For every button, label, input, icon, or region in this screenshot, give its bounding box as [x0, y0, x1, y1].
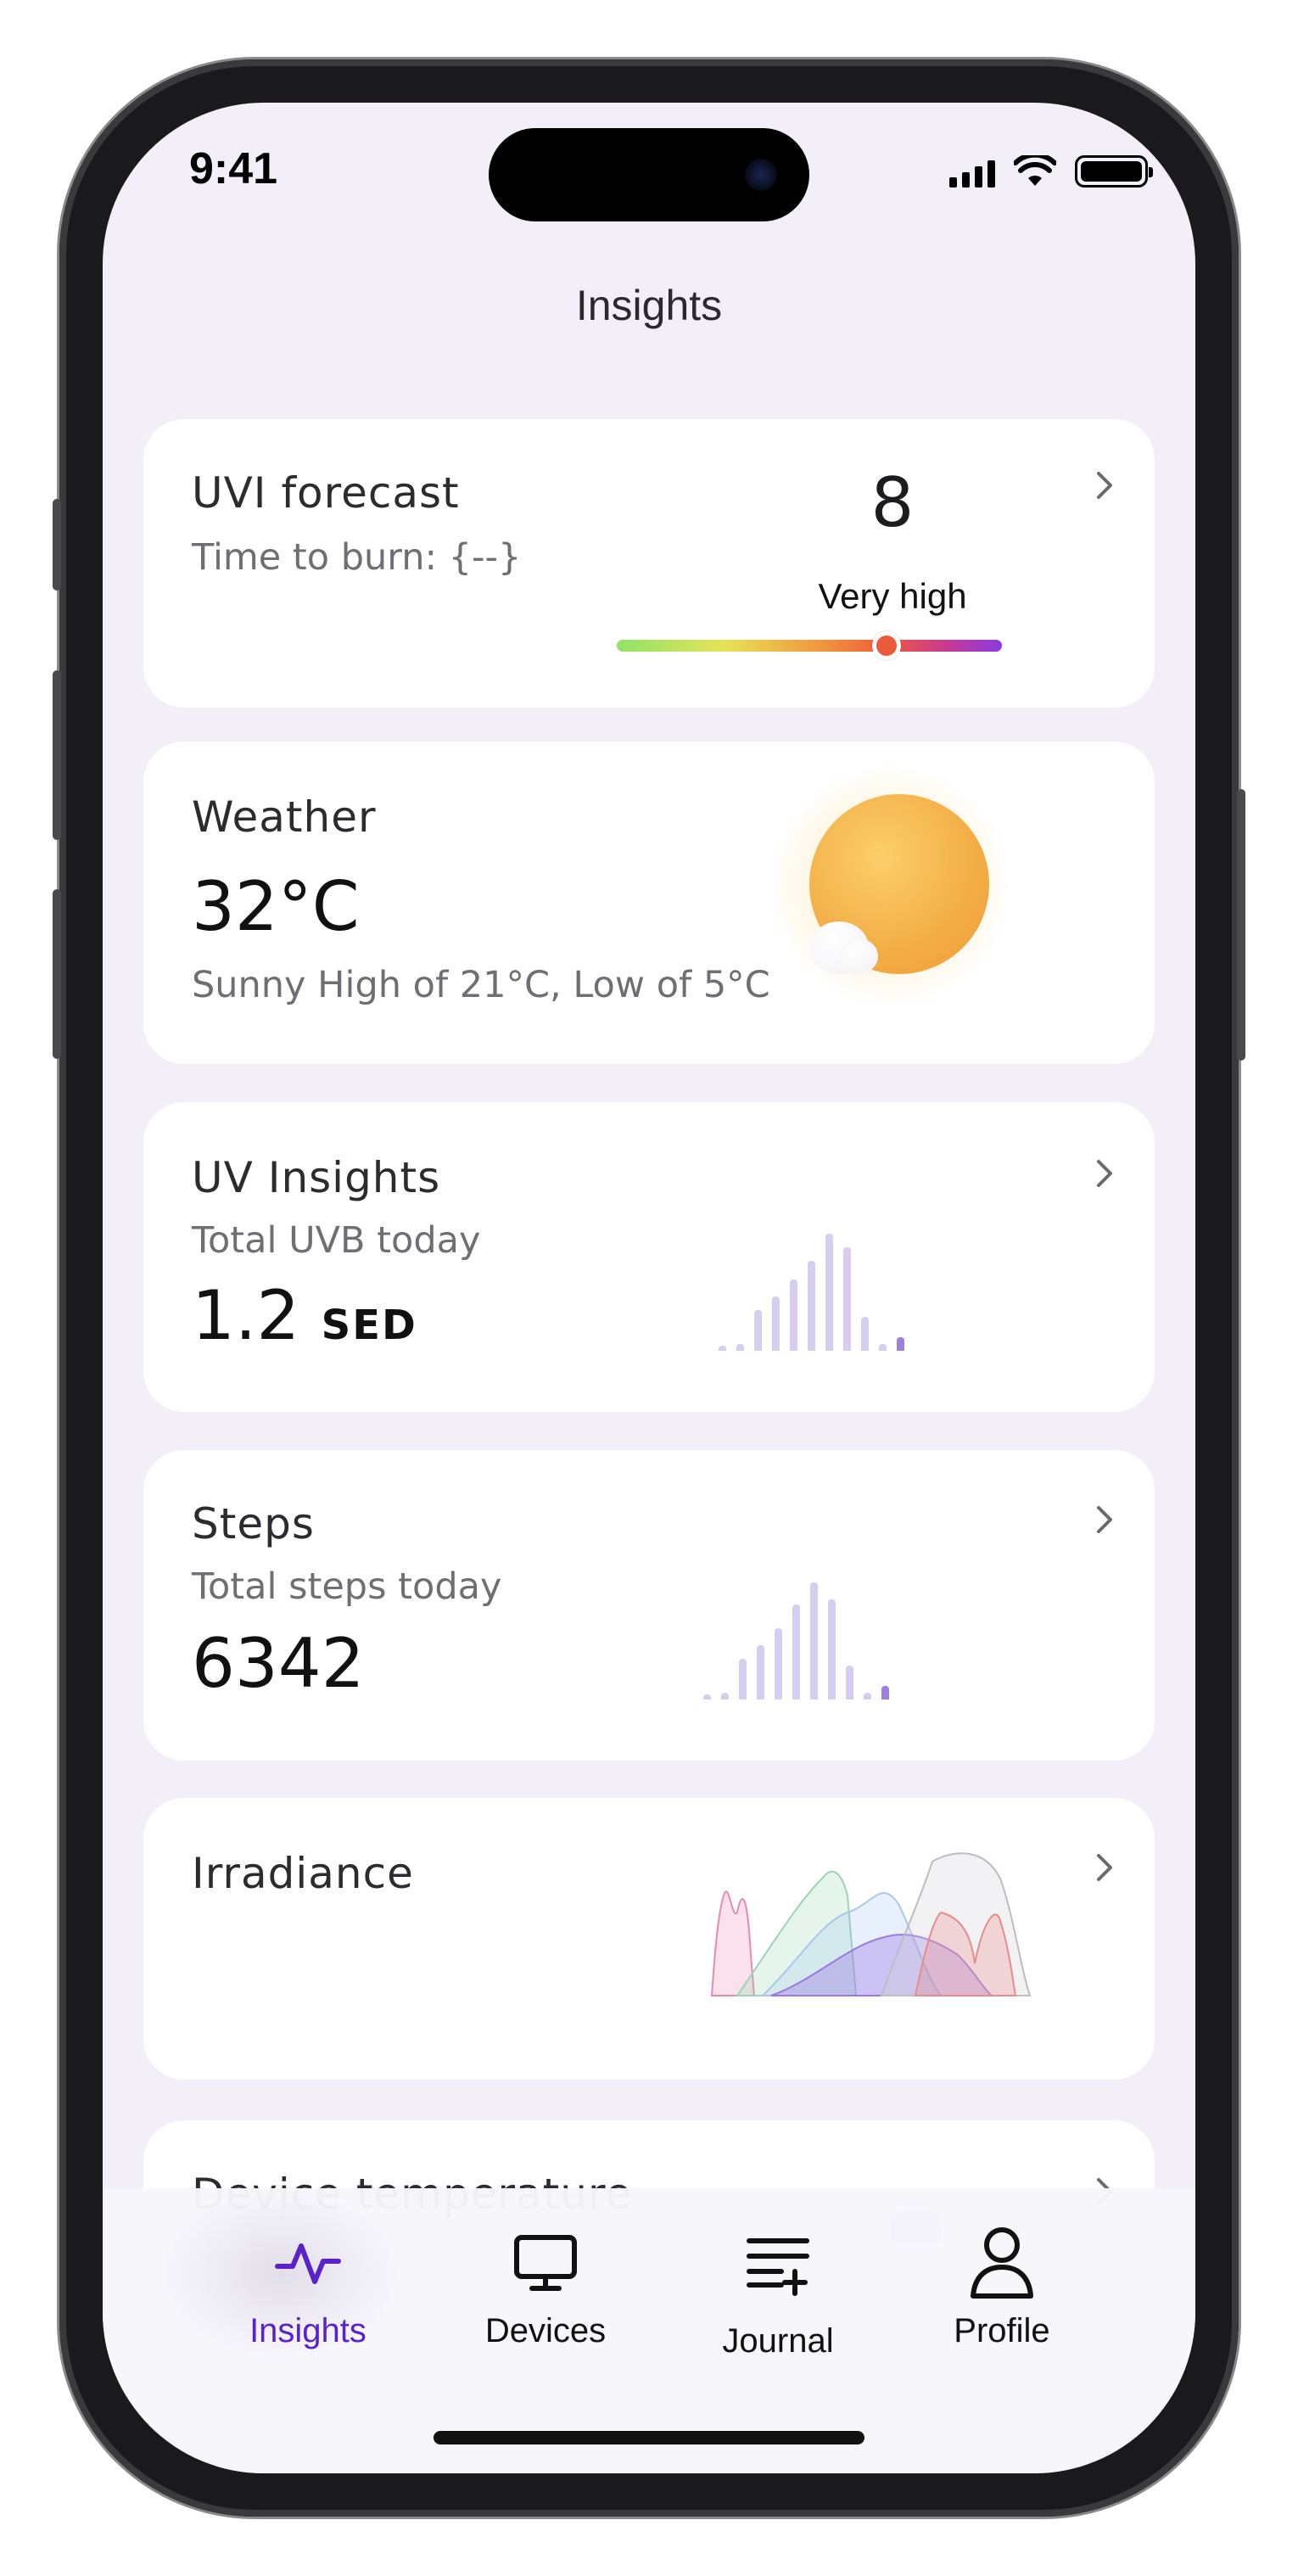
- home-indicator[interactable]: [434, 2431, 864, 2444]
- uvb-value: 1.2 SED: [192, 1276, 417, 1355]
- power-button: [1237, 789, 1245, 1061]
- card-title: Irradiance: [192, 1849, 414, 1898]
- app-screen: 9:41 Insights UVI forecast Time to burn:…: [103, 103, 1195, 2473]
- uvi-forecast-card[interactable]: UVI forecast Time to burn: {--} 8 Very h…: [143, 419, 1155, 708]
- weather-summary: Sunny High of 21°C, Low of 5°C: [192, 964, 770, 1006]
- battery-icon: [1075, 155, 1153, 188]
- steps-card[interactable]: Steps Total steps today 6342: [143, 1450, 1155, 1761]
- uvi-level-label: Very high: [818, 576, 967, 616]
- temperature-value: 32°C: [192, 867, 360, 946]
- volume-up-button: [53, 670, 61, 840]
- uvb-unit: SED: [321, 1302, 417, 1349]
- card-title: Steps: [192, 1499, 315, 1548]
- card-title: Weather: [192, 792, 377, 842]
- irradiance-spectrum-chart: [710, 1852, 1032, 1996]
- camera-icon: [745, 159, 777, 191]
- tab-profile[interactable]: Profile: [900, 2220, 1104, 2350]
- card-title: UV Insights: [192, 1153, 441, 1202]
- tab-label: Devices: [484, 2312, 607, 2349]
- tab-devices[interactable]: Devices: [444, 2220, 647, 2350]
- monitor-icon: [444, 2220, 647, 2305]
- action-button: [53, 499, 61, 591]
- uvi-value: 8: [870, 463, 915, 542]
- status-time: 9:41: [189, 144, 278, 193]
- card-title: UVI forecast: [192, 468, 460, 518]
- steps-value: 6342: [192, 1624, 365, 1703]
- tab-label: Insights: [249, 2312, 366, 2349]
- chevron-right-icon: [1092, 1158, 1117, 1187]
- tab-journal[interactable]: Journal: [676, 2220, 880, 2360]
- page-title: Insights: [575, 282, 723, 329]
- dynamic-island: [489, 128, 809, 221]
- card-subtitle: Total UVB today: [192, 1219, 481, 1262]
- uv-insights-card[interactable]: UV Insights Total UVB today 1.2 SED: [143, 1102, 1155, 1412]
- chevron-right-icon: [1092, 1852, 1117, 1881]
- card-subtitle: Time to burn: {--}: [192, 536, 522, 579]
- irradiance-card[interactable]: Irradiance: [143, 1798, 1155, 2080]
- chevron-right-icon: [1092, 1504, 1117, 1533]
- person-icon: [900, 2220, 1104, 2305]
- tab-label: Profile: [954, 2312, 1050, 2349]
- activity-pulse-icon: [206, 2220, 410, 2305]
- uvi-level-marker: [871, 631, 901, 660]
- uvi-scale-bar: [617, 640, 1002, 652]
- cellular-signal-icon: [949, 159, 995, 188]
- weather-card[interactable]: Weather 32°C Sunny High of 21°C, Low of …: [143, 742, 1155, 1064]
- uv-bar-chart: [719, 1234, 904, 1351]
- wifi-icon: [1014, 155, 1056, 186]
- add-list-icon: [676, 2220, 880, 2305]
- chevron-right-icon: [1092, 470, 1117, 499]
- tab-insights[interactable]: Insights: [206, 2220, 410, 2350]
- tab-label: Journal: [722, 2322, 834, 2360]
- steps-bar-chart: [703, 1582, 889, 1700]
- volume-down-button: [53, 889, 61, 1059]
- status-icons: [949, 155, 1153, 188]
- uvb-number: 1.2: [192, 1276, 300, 1355]
- card-subtitle: Total steps today: [192, 1565, 502, 1608]
